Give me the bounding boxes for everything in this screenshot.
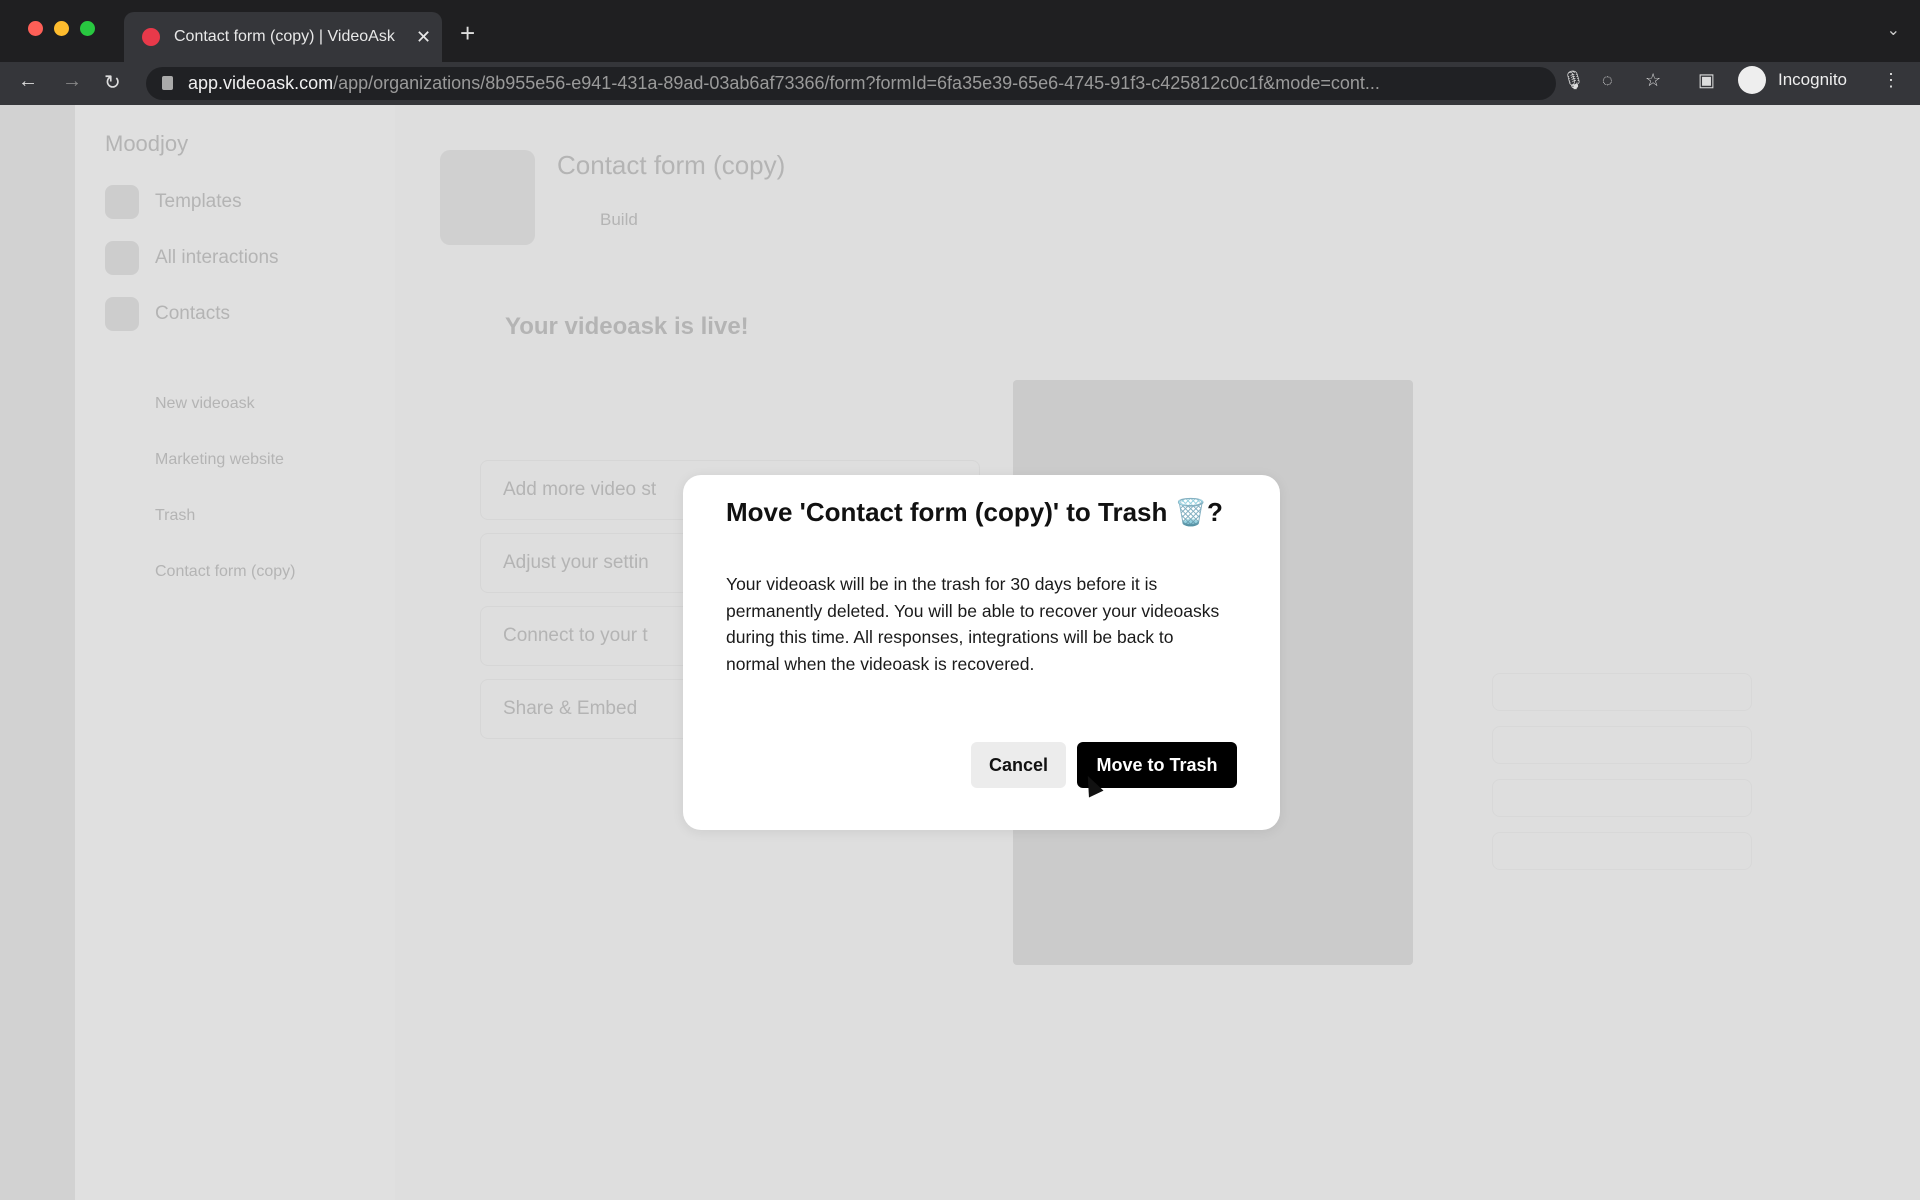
eye-off-icon[interactable]: ◌ [1602,70,1613,91]
folder-label: Contact form (copy) [155,563,296,580]
star-icon[interactable]: ☆ [1645,70,1661,91]
answer-option [1492,726,1752,764]
minimize-window-button[interactable] [54,21,69,36]
incognito-icon [1738,66,1766,94]
cancel-button[interactable]: Cancel [971,742,1066,788]
new-tab-button[interactable]: + [460,18,475,49]
videoask-item[interactable]: Contact form (copy) [155,563,295,581]
answer-option [1492,673,1752,711]
new-videoask-button[interactable]: New videoask [155,395,255,413]
interactions-icon [105,241,139,275]
dialog-title: Move 'Contact form (copy)' to Trash 🗑️? [726,497,1223,527]
videoask-thumbnail [440,150,535,245]
rocket-icon [105,185,139,219]
sidebar-item-all-interactions[interactable]: All interactions [105,241,279,275]
url-bar[interactable]: app.videoask.com/app/organizations/8b955… [146,67,1556,100]
build-button[interactable]: Build [600,210,638,230]
contacts-icon [105,297,139,331]
videoask-favicon-icon [142,28,160,46]
side-panel-icon[interactable]: ▣ [1698,70,1715,91]
sidebar: Moodjoy Templates All interactions Conta… [75,105,395,1200]
close-window-button[interactable] [28,21,43,36]
folder-label: Marketing website [155,451,284,468]
more-menu-icon[interactable]: ⋮ [1882,70,1900,91]
org-switcher[interactable]: Moodjoy [105,131,188,157]
sidebar-item-label: All interactions [155,247,279,268]
new-videoask-label: New videoask [155,395,255,412]
url-host: app.videoask.com [188,73,334,93]
live-heading: Your videoask is live! [505,313,749,340]
sidebar-item-label: Contacts [155,303,230,324]
app-rail [0,105,75,1200]
url-path: /app/organizations/8b955e56-e941-431a-89… [333,73,1380,93]
folder-item[interactable]: Marketing website [155,451,284,469]
sidebar-item-templates[interactable]: Templates [105,185,242,219]
incognito-profile[interactable]: Incognito [1738,66,1847,94]
back-icon[interactable]: ← [18,70,38,93]
tab-title: Contact form (copy) | VideoAsk [174,28,395,45]
profile-label: Incognito [1778,70,1847,89]
maximize-window-button[interactable] [80,21,95,36]
browser-tab-bar: Contact form (copy) | VideoAsk ✕ + ⌄ [0,0,1920,62]
move-to-trash-button[interactable]: Move to Trash [1077,742,1237,788]
answer-option [1492,832,1752,870]
reload-icon[interactable]: ↻ [104,70,121,95]
forward-icon[interactable]: → [62,70,82,93]
lock-icon [162,76,173,90]
address-toolbar: ← → ↻ app.videoask.com/app/organizations… [0,62,1920,105]
microphone-icon[interactable]: 🎙 [1562,70,1585,91]
dialog-body: Your videoask will be in the trash for 3… [726,574,1220,674]
page-title: Contact form (copy) [557,150,786,180]
move-to-trash-dialog: Move 'Contact form (copy)' to Trash 🗑️? … [683,475,1280,830]
sidebar-item-contacts[interactable]: Contacts [105,297,230,331]
folder-label: Trash [155,507,196,524]
folder-item-trash[interactable]: Trash [155,507,195,525]
answer-option [1492,779,1752,817]
close-tab-icon[interactable]: ✕ [416,27,431,48]
browser-tab[interactable]: Contact form (copy) | VideoAsk ✕ [124,12,442,62]
sidebar-item-label: Templates [155,191,242,212]
tab-search-chevron-icon[interactable]: ⌄ [1887,20,1900,40]
